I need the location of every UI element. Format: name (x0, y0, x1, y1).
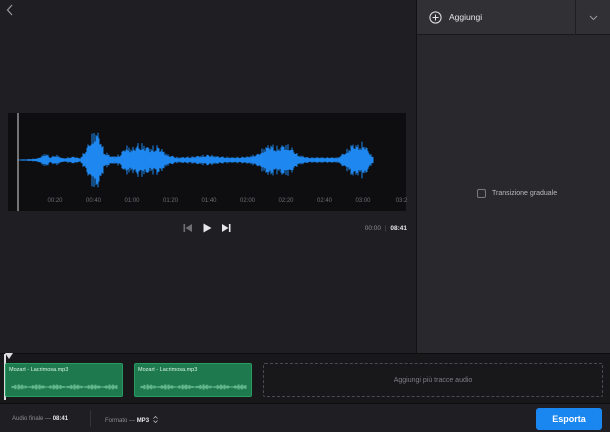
format-label: Formato — (105, 418, 136, 424)
fade-transition-label: Transizione graduale (492, 190, 558, 197)
clip-waveform (140, 384, 247, 390)
time-separator: | (384, 225, 387, 232)
add-button[interactable]: Aggiungi (429, 8, 482, 26)
waveform-path (17, 132, 374, 188)
playback-controls (180, 220, 240, 238)
footer-divider (90, 410, 91, 427)
clip-waveform (11, 384, 118, 390)
sidebar: Aggiungi Transizione graduale (416, 0, 610, 353)
add-more-tracks-label: Aggiungi più tracce audio (393, 376, 473, 384)
time-tick-label: 01:00 (124, 198, 140, 204)
timeline: Mozart - Lacrimosa.mp3 Mozart - Lacrimos… (0, 353, 610, 403)
add-dropdown-button[interactable] (575, 0, 610, 35)
time-tick-label: 00:20 (47, 198, 63, 204)
time-tick-label: 02:20 (278, 198, 294, 204)
time-tick-label: 01:20 (162, 198, 179, 204)
next-button[interactable] (220, 222, 234, 236)
add-bar: Aggiungi (417, 0, 610, 35)
time-tick-label: 00:40 (85, 198, 102, 204)
play-icon (203, 223, 212, 233)
clip-waveform-path (11, 384, 118, 390)
time-tick-label: 03:2 (395, 198, 408, 204)
editor-area: 00:20 00:40 01:00 01:20 01:40 02:00 02:20 02:40… (0, 0, 416, 353)
clip-name: Mozart - Lacrimosa.mp3 (138, 367, 198, 373)
format-value: MP3 (136, 418, 150, 424)
fade-transition-option[interactable]: Transizione graduale (477, 189, 557, 198)
back-button[interactable] (6, 4, 18, 18)
time-tick-label: 02:40 (316, 198, 333, 204)
plus-circle-icon (429, 10, 442, 24)
time-tick-label: 01:40 (201, 198, 217, 204)
time-tick-label: 03:00 (355, 198, 371, 204)
audio-clip-2[interactable]: Mozart - Lacrimosa.mp3 (134, 363, 252, 397)
fade-transition-checkbox[interactable] (477, 189, 486, 198)
playhead-handle[interactable] (5, 353, 13, 359)
time-tick-label: 02:00 (239, 198, 256, 204)
chevron-left-icon (6, 4, 13, 16)
final-audio-label: Audio finale — (12, 416, 52, 422)
waveform-panel[interactable]: 00:20 00:40 01:00 01:20 01:40 02:00 02:20 02:40… (8, 113, 408, 211)
waveform (17, 113, 374, 211)
chevron-down-icon (589, 15, 598, 20)
time-axis: 00:20 00:40 01:00 01:20 01:40 02:00 02:20 02:40… (8, 198, 408, 208)
footer: Audio finale — 08:41 Formato — MP3 Espor… (0, 403, 610, 432)
clip-waveform-path (140, 384, 247, 390)
play-button[interactable] (201, 222, 215, 236)
chevron-updown-icon (152, 415, 158, 424)
export-button[interactable]: Esporta (536, 408, 602, 430)
skip-forward-icon (222, 224, 231, 232)
total-time: 08:41 (390, 225, 407, 232)
format-select[interactable]: MP3 (136, 415, 158, 424)
audio-clip-1[interactable]: Mozart - Lacrimosa.mp3 (5, 363, 123, 397)
current-time: 00:00 (364, 225, 382, 232)
skip-back-icon (183, 224, 192, 232)
final-audio-info: Audio finale — 08:41 (12, 416, 68, 422)
time-readout: 00:00 | 08:41 (365, 225, 407, 232)
previous-button[interactable] (182, 222, 196, 236)
format-info: Formato — MP3 (105, 415, 158, 424)
clip-name: Mozart - Lacrimosa.mp3 (9, 367, 69, 373)
add-label: Aggiungi (449, 12, 483, 22)
add-more-tracks-dropzone[interactable]: Aggiungi più tracce audio (263, 363, 603, 397)
final-audio-value: 08:41 (52, 416, 69, 422)
